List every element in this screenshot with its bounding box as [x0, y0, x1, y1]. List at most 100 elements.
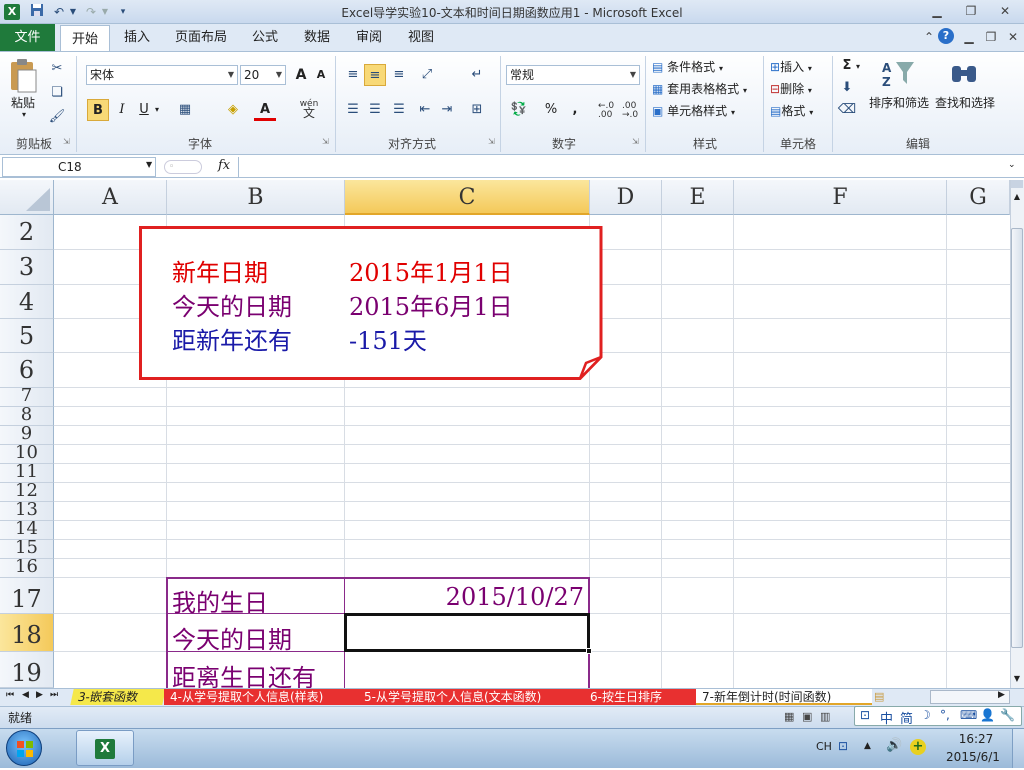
- column-header-f[interactable]: F: [734, 180, 947, 215]
- name-box[interactable]: C18: [2, 157, 156, 177]
- network-icon[interactable]: +: [910, 739, 926, 755]
- insert-sheet-icon[interactable]: ▤: [874, 690, 884, 703]
- sheet-tab-4[interactable]: 4-从学号提取个人信息(样表): [164, 689, 358, 705]
- wrap-text-icon[interactable]: ↵: [466, 64, 488, 86]
- clear-icon[interactable]: ⌫: [836, 99, 858, 121]
- show-hidden-icons-icon[interactable]: ▲: [864, 741, 871, 751]
- clipboard-launcher-icon[interactable]: ⇲: [63, 137, 70, 146]
- align-bottom-icon[interactable]: ≡: [388, 64, 410, 86]
- select-all-button[interactable]: [0, 180, 54, 215]
- find-select-icon[interactable]: [950, 58, 978, 88]
- restore-icon[interactable]: ❐: [960, 3, 982, 19]
- row-header-12[interactable]: 12: [0, 483, 54, 502]
- sort-filter-icon[interactable]: AZ: [880, 58, 916, 89]
- clock-time[interactable]: 16:27: [946, 732, 1006, 746]
- ime-mode-simplified[interactable]: 简: [900, 708, 913, 727]
- scroll-up-icon[interactable]: ▲: [1011, 190, 1023, 204]
- cell-c17[interactable]: 2015/10/27: [346, 583, 584, 611]
- sheet-tab-3[interactable]: 3-嵌套函数: [70, 689, 166, 705]
- tab-review[interactable]: 审阅: [346, 24, 392, 51]
- row-header-16[interactable]: 16: [0, 559, 54, 578]
- row-header-5[interactable]: 5: [0, 319, 54, 353]
- ime-tools-icon[interactable]: 🔧: [1000, 708, 1015, 722]
- ime-user-icon[interactable]: 👤: [980, 708, 995, 722]
- row-header-11[interactable]: 11: [0, 464, 54, 483]
- increase-decimal-button[interactable]: ←.0 .00: [598, 102, 614, 120]
- ime-punct-icon[interactable]: °,: [940, 708, 950, 722]
- increase-indent-icon[interactable]: ⇥: [436, 99, 458, 121]
- clock-date[interactable]: 2015/6/1: [940, 750, 1006, 764]
- cell-b4[interactable]: 今天的日期: [172, 287, 292, 322]
- underline-button[interactable]: U: [133, 99, 155, 121]
- column-header-d[interactable]: D: [590, 180, 662, 215]
- ime-halfwidth-icon[interactable]: ☽: [920, 708, 931, 722]
- insert-cells-button[interactable]: ⊞插入 ▾: [770, 58, 830, 76]
- column-header-e[interactable]: E: [662, 180, 734, 215]
- next-sheet-icon[interactable]: ▶: [36, 690, 43, 700]
- excel-app-icon[interactable]: X: [4, 4, 20, 20]
- fill-handle[interactable]: [586, 648, 592, 654]
- taskbar-excel-button[interactable]: X: [76, 730, 134, 766]
- font-name-combo[interactable]: 宋体 ▼: [86, 65, 238, 85]
- orientation-icon[interactable]: ⤢: [416, 64, 438, 86]
- collapse-ribbon-icon[interactable]: ⌃: [918, 29, 940, 45]
- show-desktop-button[interactable]: [1012, 729, 1024, 768]
- row-header-13[interactable]: 13: [0, 502, 54, 521]
- column-header-c[interactable]: C: [345, 180, 590, 215]
- tab-file[interactable]: 文件: [0, 24, 55, 51]
- formula-bar-splitter[interactable]: ◦: [164, 160, 202, 174]
- phonetic-guide-icon[interactable]: wén 文: [298, 100, 320, 120]
- italic-button[interactable]: I: [111, 99, 133, 121]
- tab-data[interactable]: 数据: [294, 24, 340, 51]
- help-icon[interactable]: ?: [938, 28, 954, 44]
- start-button[interactable]: [6, 730, 42, 766]
- tab-page-layout[interactable]: 页面布局: [168, 24, 234, 51]
- formula-input[interactable]: [238, 157, 1006, 177]
- cell-b18[interactable]: 今天的日期: [172, 620, 292, 655]
- row-header-2[interactable]: 2: [0, 215, 54, 250]
- sheet-tab-5[interactable]: 5-从学号提取个人信息(文本函数): [358, 689, 584, 705]
- borders-icon[interactable]: ▦: [174, 99, 196, 121]
- autosum-dropdown-icon[interactable]: ▾: [856, 62, 860, 71]
- conditional-formatting-button[interactable]: ▤ 条件格式 ▾: [652, 58, 760, 76]
- sheet-tab-7[interactable]: 7-新年倒计时(时间函数): [696, 689, 872, 705]
- tab-view[interactable]: 视图: [398, 24, 444, 51]
- undo-dropdown-icon[interactable]: ▼: [64, 3, 82, 21]
- ime-keyboard-icon[interactable]: ⌨: [960, 708, 977, 722]
- paste-button[interactable]: 粘贴: [11, 94, 35, 111]
- name-box-dropdown-icon[interactable]: ▼: [146, 160, 152, 169]
- delete-cells-button[interactable]: ⊟删除 ▾: [770, 80, 830, 98]
- format-cells-button[interactable]: ▤格式 ▾: [770, 102, 830, 120]
- decrease-decimal-button[interactable]: .00 →.0: [622, 102, 638, 120]
- format-as-table-button[interactable]: ▦ 套用表格格式 ▾: [652, 80, 760, 98]
- ime-tray-icon[interactable]: ⊡: [838, 739, 848, 753]
- redo-dropdown-icon[interactable]: ▼: [96, 3, 114, 21]
- row-header-17[interactable]: 17: [0, 578, 54, 614]
- vertical-scroll-thumb[interactable]: [1011, 228, 1023, 648]
- align-left-icon[interactable]: ☰: [342, 99, 364, 121]
- row-header-8[interactable]: 8: [0, 407, 54, 426]
- bold-button[interactable]: B: [87, 99, 109, 121]
- close-icon[interactable]: ✕: [994, 3, 1016, 19]
- column-header-g[interactable]: G: [947, 180, 1010, 215]
- copy-icon[interactable]: ❏: [46, 82, 68, 104]
- merge-center-icon[interactable]: ⊞: [466, 99, 488, 121]
- cell-b5[interactable]: 距新年还有: [172, 321, 292, 356]
- cell-c5[interactable]: -151天: [349, 321, 427, 356]
- underline-dropdown-icon[interactable]: ▾: [155, 105, 159, 114]
- font-launcher-icon[interactable]: ⇲: [322, 137, 329, 146]
- decrease-indent-icon[interactable]: ⇤: [414, 99, 436, 121]
- fill-icon[interactable]: ⬇: [836, 77, 858, 99]
- font-size-combo[interactable]: 20 ▼: [240, 65, 286, 85]
- align-middle-icon[interactable]: ≡: [364, 64, 386, 86]
- row-header-15[interactable]: 15: [0, 540, 54, 559]
- scroll-down-icon[interactable]: ▼: [1011, 672, 1023, 686]
- fill-color-icon[interactable]: ◈: [222, 99, 244, 121]
- tab-insert[interactable]: 插入: [114, 24, 160, 51]
- row-header-6[interactable]: 6: [0, 353, 54, 388]
- row-header-3[interactable]: 3: [0, 250, 54, 285]
- save-icon[interactable]: [28, 3, 46, 21]
- last-sheet-icon[interactable]: ⏭: [50, 690, 58, 700]
- scroll-right-icon[interactable]: ▶: [998, 690, 1005, 700]
- page-layout-view-icon[interactable]: ▣: [802, 710, 812, 723]
